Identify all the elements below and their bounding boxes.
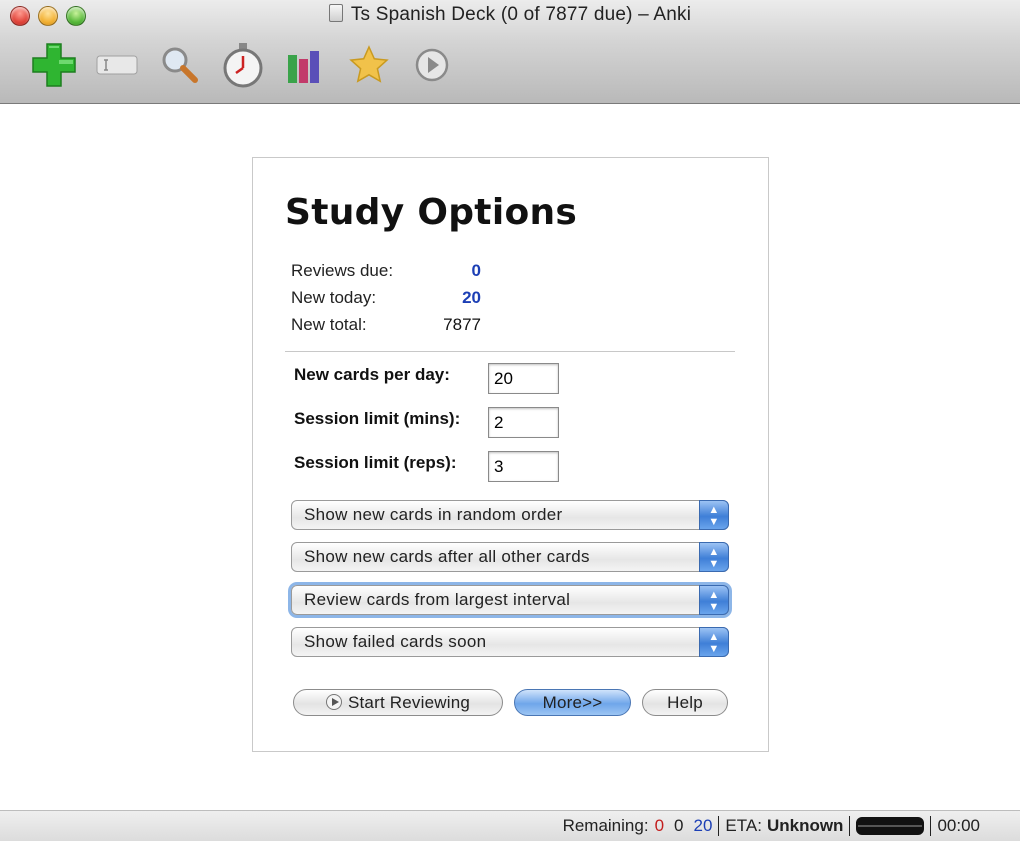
progress-bar xyxy=(856,817,925,835)
select-value: Show new cards in random order xyxy=(304,505,563,524)
help-button[interactable]: Help xyxy=(642,689,728,716)
remaining-label: Remaining: xyxy=(562,816,649,835)
separator xyxy=(718,816,720,836)
field-label: Session limit (reps): xyxy=(294,453,457,472)
edit-icon[interactable] xyxy=(85,38,148,92)
session-limit-mins-input[interactable] xyxy=(488,407,559,438)
remaining-review-count: 0 xyxy=(674,816,684,835)
field-label: New cards per day: xyxy=(294,365,450,384)
search-icon[interactable] xyxy=(148,38,211,92)
session-limit-reps-input[interactable] xyxy=(488,451,559,482)
stat-value: 7877 xyxy=(443,314,481,334)
status-content: Remaining: 0 0 20 ETA: Unknown 00:00 xyxy=(563,816,980,836)
stat-label: New total: xyxy=(291,314,367,334)
eta-value: Unknown xyxy=(766,816,844,835)
separator xyxy=(849,816,851,836)
chevron-updown-icon: ▲ ▼ xyxy=(699,542,729,572)
stat-value: 0 xyxy=(471,260,481,280)
remaining-new-count: 20 xyxy=(693,816,713,835)
stat-row-reviews-due: Reviews due: 0 xyxy=(291,257,481,284)
start-reviewing-button[interactable]: Start Reviewing xyxy=(293,689,503,716)
session-limit-mins-field: Session limit (mins): xyxy=(294,409,460,429)
chevron-updown-icon: ▲ ▼ xyxy=(699,585,729,615)
play-icon xyxy=(325,694,342,710)
review-order-select[interactable]: Review cards from largest interval ▲ ▼ xyxy=(291,585,729,615)
window-title: Ts Spanish Deck (0 of 7877 due) – Anki xyxy=(0,4,1020,26)
graphs-icon[interactable] xyxy=(274,38,337,92)
chevron-updown-icon: ▲ ▼ xyxy=(699,627,729,657)
remaining-failed-count: 0 xyxy=(654,816,665,835)
page-title: Study Options xyxy=(285,192,578,233)
session-timer: 00:00 xyxy=(937,816,980,835)
divider xyxy=(285,351,735,352)
stat-row-new-total: New total: 7877 xyxy=(291,311,481,338)
eta-label: ETA: xyxy=(725,816,762,835)
status-bar: Remaining: 0 0 20 ETA: Unknown 00:00 xyxy=(0,810,1020,841)
select-value: Show failed cards soon xyxy=(304,632,487,651)
stat-value: 20 xyxy=(462,287,481,307)
chevron-updown-icon: ▲ ▼ xyxy=(699,500,729,530)
document-icon xyxy=(328,4,343,22)
new-cards-per-day-field: New cards per day: xyxy=(294,365,450,385)
more-button[interactable]: More>> xyxy=(514,689,631,716)
stat-row-new-today: New today: 20 xyxy=(291,284,481,311)
failed-cards-select[interactable]: Show failed cards soon ▲ ▼ xyxy=(291,627,729,657)
select-value: Review cards from largest interval xyxy=(304,590,571,609)
star-icon[interactable] xyxy=(337,38,400,92)
separator xyxy=(930,816,932,836)
new-card-order-select[interactable]: Show new cards in random order ▲ ▼ xyxy=(291,500,729,530)
timer-icon[interactable] xyxy=(211,38,274,92)
main-toolbar xyxy=(22,38,463,92)
study-options-panel: Study Options Reviews due: 0 New today: … xyxy=(252,157,769,752)
field-label: Session limit (mins): xyxy=(294,409,461,428)
window-titlebar: Ts Spanish Deck (0 of 7877 due) – Anki xyxy=(0,0,1020,104)
stat-label: Reviews due: xyxy=(291,260,394,280)
add-icon[interactable] xyxy=(22,38,85,92)
deck-stats: Reviews due: 0 New today: 20 New total: … xyxy=(291,257,481,338)
new-cards-per-day-input[interactable] xyxy=(488,363,559,394)
stat-label: New today: xyxy=(291,287,377,307)
select-value: Show new cards after all other cards xyxy=(304,547,590,566)
session-limit-reps-field: Session limit (reps): xyxy=(294,453,456,473)
play-icon[interactable] xyxy=(400,38,463,92)
new-card-spacing-select[interactable]: Show new cards after all other cards ▲ ▼ xyxy=(291,542,729,572)
